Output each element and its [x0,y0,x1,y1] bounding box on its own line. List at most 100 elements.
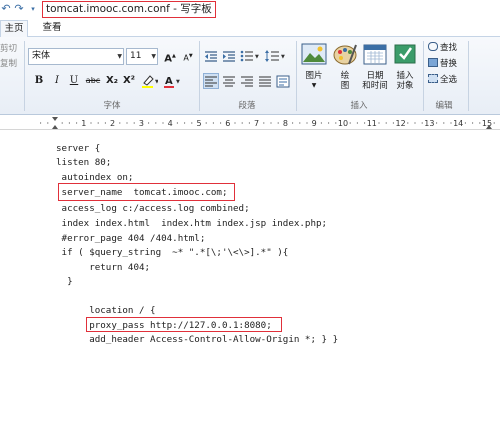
ruler-tick [443,122,445,124]
select-all-label: 全选 [440,75,458,85]
tab-view[interactable]: 查看 [38,20,66,37]
chevron-down-icon: ▼ [117,53,122,60]
font-size-value: 11 [130,51,142,61]
align-left-icon [205,76,217,87]
font-size-select[interactable]: 11 ▼ [126,48,158,65]
ruler-number: 8 [283,119,288,128]
bold-button[interactable]: B [31,73,47,89]
ruler-tick [493,122,495,124]
replace-icon [428,58,438,67]
justify-icon [259,76,271,87]
align-right-button[interactable] [239,73,255,89]
ruler-number: 15 [482,119,492,128]
ruler-tick [385,122,387,124]
decrease-indent-button[interactable] [203,48,219,64]
ruler-tick [472,122,474,124]
font-color-icon: A ▼ [164,76,180,88]
superscript-button[interactable]: X² [121,73,137,89]
hanging-indent-marker[interactable] [52,125,58,129]
copy-button[interactable]: 复制 [0,57,17,71]
highlighter-icon: ▼ [142,75,159,88]
ruler-number: 6 [225,119,230,128]
ruler-tick [364,122,366,124]
ruler-tick [479,122,481,124]
highlight-box-server-name [58,183,235,201]
title-bar: ↶ ↷ ▾ tomcat.imooc.com.conf - 写字板 [0,0,500,20]
code-line: index index.html index.htm index.jsp ind… [56,218,328,229]
ruler-tick [356,122,358,124]
svg-text:A: A [165,76,173,87]
ruler-number: 14 [453,119,463,128]
code-line: add_header Access-Control-Allow-Origin *… [56,334,339,345]
insert-object-button[interactable]: 插入 对象 [390,40,420,98]
bullet-list-button[interactable]: ▼ [239,48,261,64]
align-left-button[interactable] [203,73,219,89]
find-button[interactable]: 查找 [428,42,457,55]
font-name-value: 宋体 [32,51,51,61]
italic-button[interactable]: I [49,73,65,89]
ruler-tick [414,122,416,124]
chevron-down-icon: ▼ [311,82,317,89]
ruler-tick [97,122,99,124]
ruler-tick [133,122,135,124]
paint-drawing-button[interactable]: 绘 图 [330,40,360,98]
align-center-button[interactable] [221,73,237,89]
paint-palette-icon [333,44,357,65]
undo-icon[interactable]: ↶ [0,3,12,15]
document-area[interactable]: server { listen 80; autoindex on; server… [0,131,500,447]
cut-label: 剪切 [0,44,18,54]
replace-button[interactable]: 替换 [428,58,457,71]
group-separator [468,41,469,111]
ruler-number: 13 [424,119,434,128]
ruler-tick [306,122,308,124]
strikethrough-button[interactable]: abc [84,73,102,89]
svg-text:▼: ▼ [176,79,180,85]
insert-object-label: 插入 对象 [396,71,414,91]
shrink-font-button[interactable]: A▼ [180,48,196,64]
select-all-button[interactable]: 全选 [428,74,457,87]
ruler-number: 1 [81,119,86,128]
highlight-color-button[interactable]: ▼ [139,73,159,89]
code-line: server { [56,143,101,154]
ruler-tick [277,122,279,124]
code-line: location / { [56,305,156,316]
justify-button[interactable] [257,73,273,89]
ruler-tick [184,122,186,124]
ruler-tick [119,122,121,124]
insert-picture-button[interactable]: 图片 ▼ [299,40,329,98]
cut-button[interactable]: 剪切 [0,42,17,56]
font-name-select[interactable]: 宋体 ▼ [28,48,124,65]
ruler-tick [248,122,250,124]
grow-font-icon: A [164,53,172,65]
ruler-tick [464,122,466,124]
ruler-tick [349,122,351,124]
ruler-number: 3 [139,119,144,128]
paragraph-settings-button[interactable] [275,73,291,89]
customize-quick-access-icon[interactable]: ▾ [27,3,39,15]
increase-indent-button[interactable] [221,48,237,64]
svg-text:▼: ▼ [155,79,158,85]
ruler-tick [335,122,337,124]
svg-text:▼: ▼ [255,54,259,60]
ruler-tick [155,122,157,124]
first-line-indent-marker[interactable] [52,117,58,121]
ruler-tick [176,122,178,124]
ruler-number: 11 [367,119,377,128]
underline-button[interactable]: U [66,73,82,89]
font-color-button[interactable]: A ▼ [162,73,182,89]
line-spacing-button[interactable]: ▼ [264,48,286,64]
group-separator [199,41,200,111]
grow-font-button[interactable]: A▲ [162,48,178,64]
ruler-tick [68,122,70,124]
insert-datetime-button[interactable]: 日期 和时间 [359,40,391,98]
tab-home[interactable]: 主页 [0,20,28,38]
ruler-tick [61,122,63,124]
redo-icon[interactable]: ↷ [13,3,25,15]
ruler-tick [241,122,243,124]
paragraph-group-label: 段落 [238,101,256,111]
ruler[interactable]: 1 2 3 4 5 6 7 8 9 10 11 12 13 14 15 [0,116,500,130]
highlight-box-proxy-pass [86,317,282,332]
ruler-tick [162,122,164,124]
subscript-button[interactable]: X₂ [104,73,120,89]
replace-label: 替换 [440,59,458,69]
